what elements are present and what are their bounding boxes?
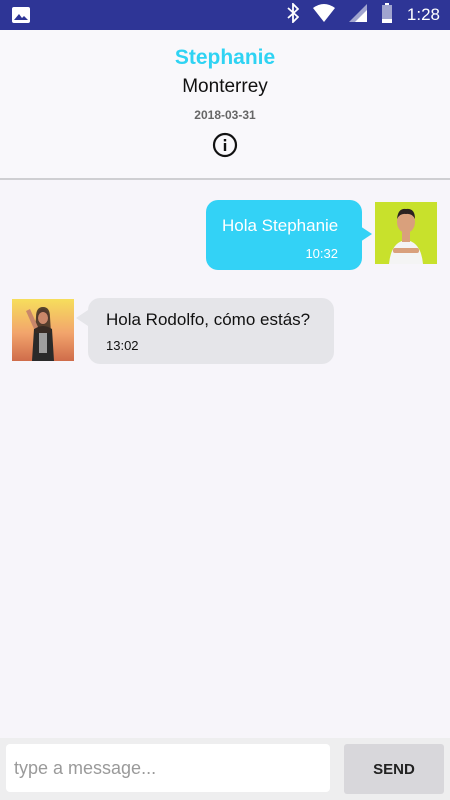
send-button[interactable]: SEND — [344, 744, 444, 794]
contact-location: Monterrey — [182, 76, 268, 97]
outgoing-message-bubble[interactable]: Hola Stephanie 10:32 — [206, 200, 362, 270]
conversation-date: 2018-03-31 — [194, 108, 256, 122]
message-composer: SEND — [0, 738, 450, 800]
battery-icon — [381, 2, 393, 28]
wifi-icon — [312, 3, 335, 27]
bluetooth-icon — [287, 1, 300, 28]
status-time: 1:28 — [406, 5, 440, 24]
bubble-tail — [360, 226, 372, 242]
message-text: Hola Stephanie — [222, 216, 339, 235]
status-bar: 1:28 — [0, 0, 450, 30]
gallery-icon — [12, 7, 30, 28]
message-text: Hola Rodolfo, cómo estás? — [106, 310, 311, 329]
bubble-tail — [76, 310, 88, 326]
chat-header: Stephanie Monterrey 2018-03-31 — [0, 30, 450, 180]
contact-name: Stephanie — [174, 46, 276, 69]
message-input[interactable] — [6, 744, 330, 792]
avatar[interactable] — [375, 202, 437, 264]
message-time: 13:02 — [106, 338, 139, 353]
info-icon[interactable] — [212, 132, 238, 158]
message-time: 10:32 — [305, 246, 338, 261]
avatar[interactable] — [12, 299, 74, 361]
signal-icon — [348, 3, 367, 27]
incoming-message-bubble[interactable]: Hola Rodolfo, cómo estás? 13:02 — [88, 298, 334, 364]
